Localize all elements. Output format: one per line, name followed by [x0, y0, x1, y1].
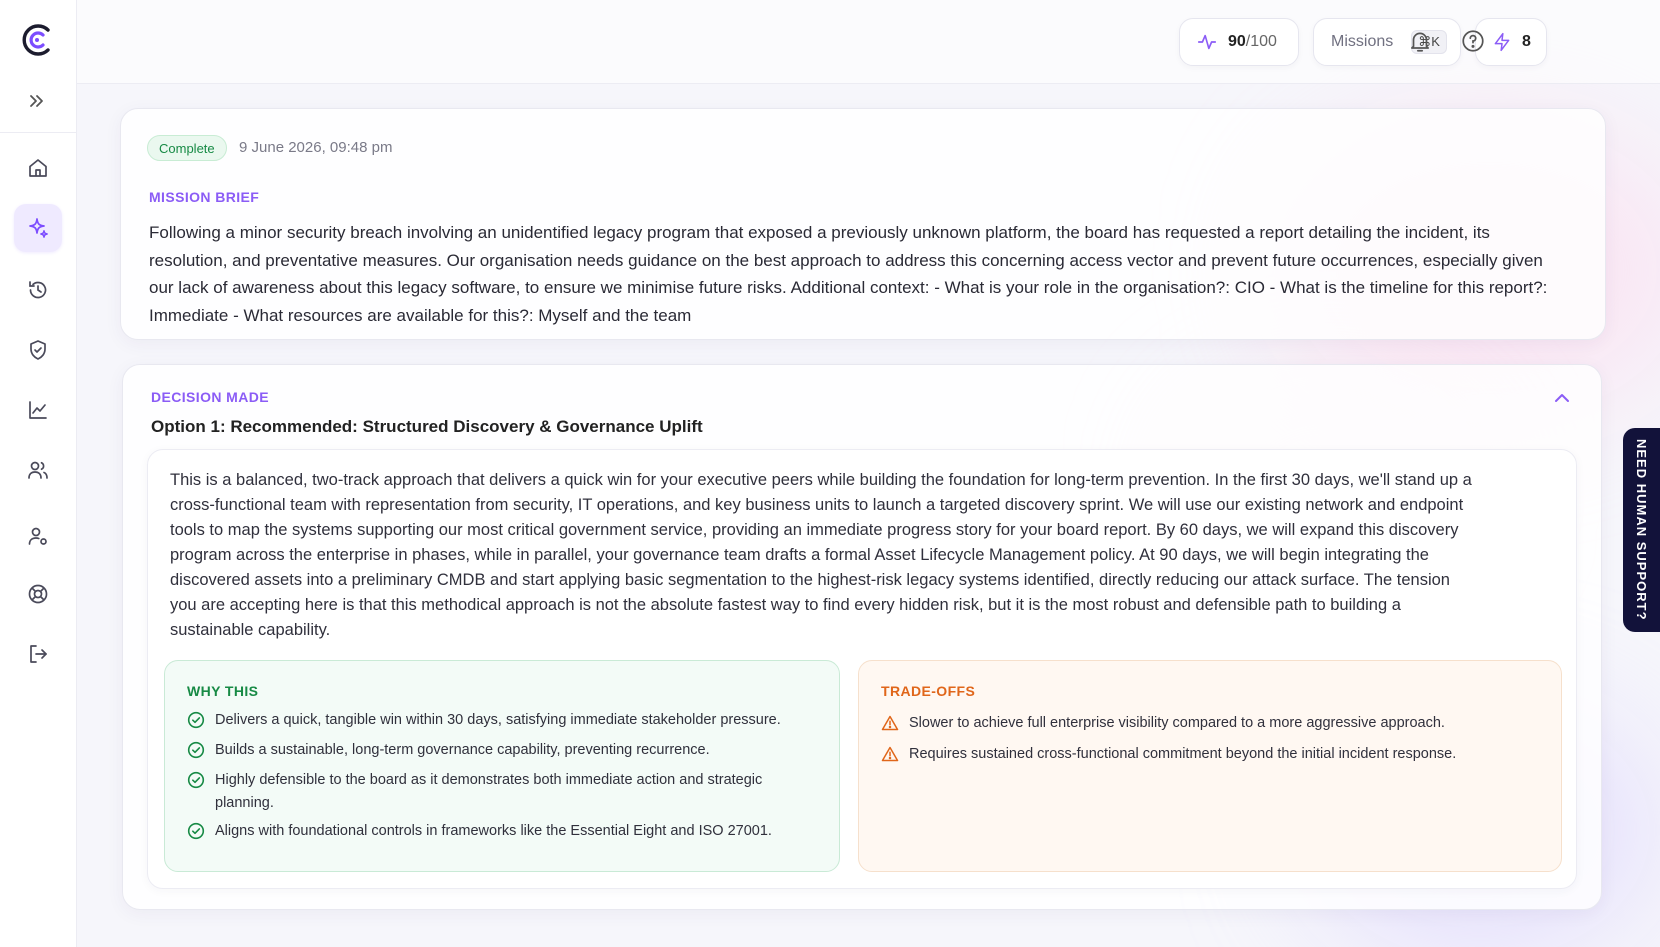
notifications-bell-icon[interactable] — [1407, 28, 1433, 54]
nav-history[interactable] — [14, 266, 62, 314]
missions-search-button[interactable]: Missions ⌘K — [1313, 18, 1461, 66]
sidebar-divider — [0, 132, 77, 133]
decision-made-label: DECISION MADE — [151, 389, 269, 405]
trade-offs-label: TRADE-OFFS — [881, 683, 976, 699]
why-item: Highly defensible to the board as it dem… — [187, 769, 817, 815]
nav-team[interactable] — [14, 446, 62, 494]
why-this-label: WHY THIS — [187, 683, 259, 699]
warning-triangle-icon — [881, 715, 899, 731]
mission-brief-card: Complete 9 June 2026, 09:48 pm MISSION B… — [120, 108, 1606, 340]
nav-home[interactable] — [14, 144, 62, 192]
lifebuoy-icon — [28, 584, 48, 604]
home-icon — [29, 159, 47, 177]
option-title: Option 1: Recommended: Structured Discov… — [151, 417, 703, 436]
sidebar — [0, 0, 77, 947]
activity-icon — [1197, 34, 1217, 50]
help-icon[interactable] — [1460, 28, 1486, 54]
why-item-text: Delivers a quick, tangible win within 30… — [215, 712, 781, 728]
nav-security[interactable] — [14, 326, 62, 374]
decision-description: This is a balanced, two-track approach t… — [170, 471, 1472, 639]
why-item: Delivers a quick, tangible win within 30… — [187, 709, 817, 732]
chart-line-icon — [29, 401, 47, 419]
tradeoff-item: Slower to achieve full enterprise visibi… — [881, 712, 1541, 735]
why-item-text: Aligns with foundational controls in fra… — [215, 823, 772, 839]
nav-help-center[interactable] — [14, 570, 62, 618]
credits-count: 8 — [1522, 33, 1531, 50]
nav-missions[interactable] — [14, 204, 62, 252]
top-bar: 90/100 Missions ⌘K 8 — [77, 0, 1660, 84]
status-badge: Complete — [147, 135, 227, 161]
history-icon — [29, 281, 47, 299]
check-circle-icon — [187, 711, 205, 729]
mission-brief-text: Following a minor security breach involv… — [149, 223, 1548, 325]
decision-detail-card: This is a balanced, two-track approach t… — [147, 449, 1577, 889]
chevron-up-icon[interactable] — [1551, 387, 1573, 409]
lightning-icon — [1494, 32, 1510, 52]
check-circle-icon — [187, 771, 205, 789]
expand-sidebar-icon[interactable] — [26, 90, 48, 112]
nav-user-settings[interactable] — [14, 512, 62, 560]
score-total: /100 — [1245, 33, 1277, 50]
app-logo[interactable] — [20, 22, 54, 58]
logout-icon — [30, 645, 47, 663]
sparkle-icon — [29, 218, 48, 238]
score-pill[interactable]: 90/100 — [1179, 18, 1299, 66]
why-item: Builds a sustainable, long-term governan… — [187, 739, 817, 762]
missions-label: Missions — [1331, 33, 1394, 50]
users-icon — [28, 461, 48, 479]
why-this-panel: WHY THIS Delivers a quick, tangible win … — [164, 660, 840, 872]
why-item-text: Builds a sustainable, long-term governan… — [215, 742, 710, 758]
warning-triangle-icon — [881, 746, 899, 762]
tradeoff-item-text: Requires sustained cross-functional comm… — [909, 746, 1457, 762]
user-gear-icon — [28, 527, 47, 545]
nav-logout[interactable] — [14, 630, 62, 678]
human-support-label: NEED HUMAN SUPPORT? — [1634, 439, 1649, 621]
human-support-tab[interactable]: NEED HUMAN SUPPORT? — [1623, 428, 1660, 632]
decision-card: DECISION MADE Option 1: Recommended: Str… — [122, 364, 1602, 910]
trade-offs-panel: TRADE-OFFS Slower to achieve full enterp… — [858, 660, 1562, 872]
tradeoff-item: Requires sustained cross-functional comm… — [881, 743, 1541, 766]
mission-brief-label: MISSION BRIEF — [149, 189, 260, 205]
mission-timestamp: 9 June 2026, 09:48 pm — [239, 139, 393, 156]
shield-check-icon — [30, 340, 46, 360]
why-item: Aligns with foundational controls in fra… — [187, 820, 817, 843]
why-item-text: Highly defensible to the board as it dem… — [215, 772, 763, 811]
tradeoff-item-text: Slower to achieve full enterprise visibi… — [909, 715, 1445, 731]
check-circle-icon — [187, 822, 205, 840]
nav-analytics[interactable] — [14, 386, 62, 434]
score-value: 90 — [1228, 33, 1246, 50]
check-circle-icon — [187, 741, 205, 759]
